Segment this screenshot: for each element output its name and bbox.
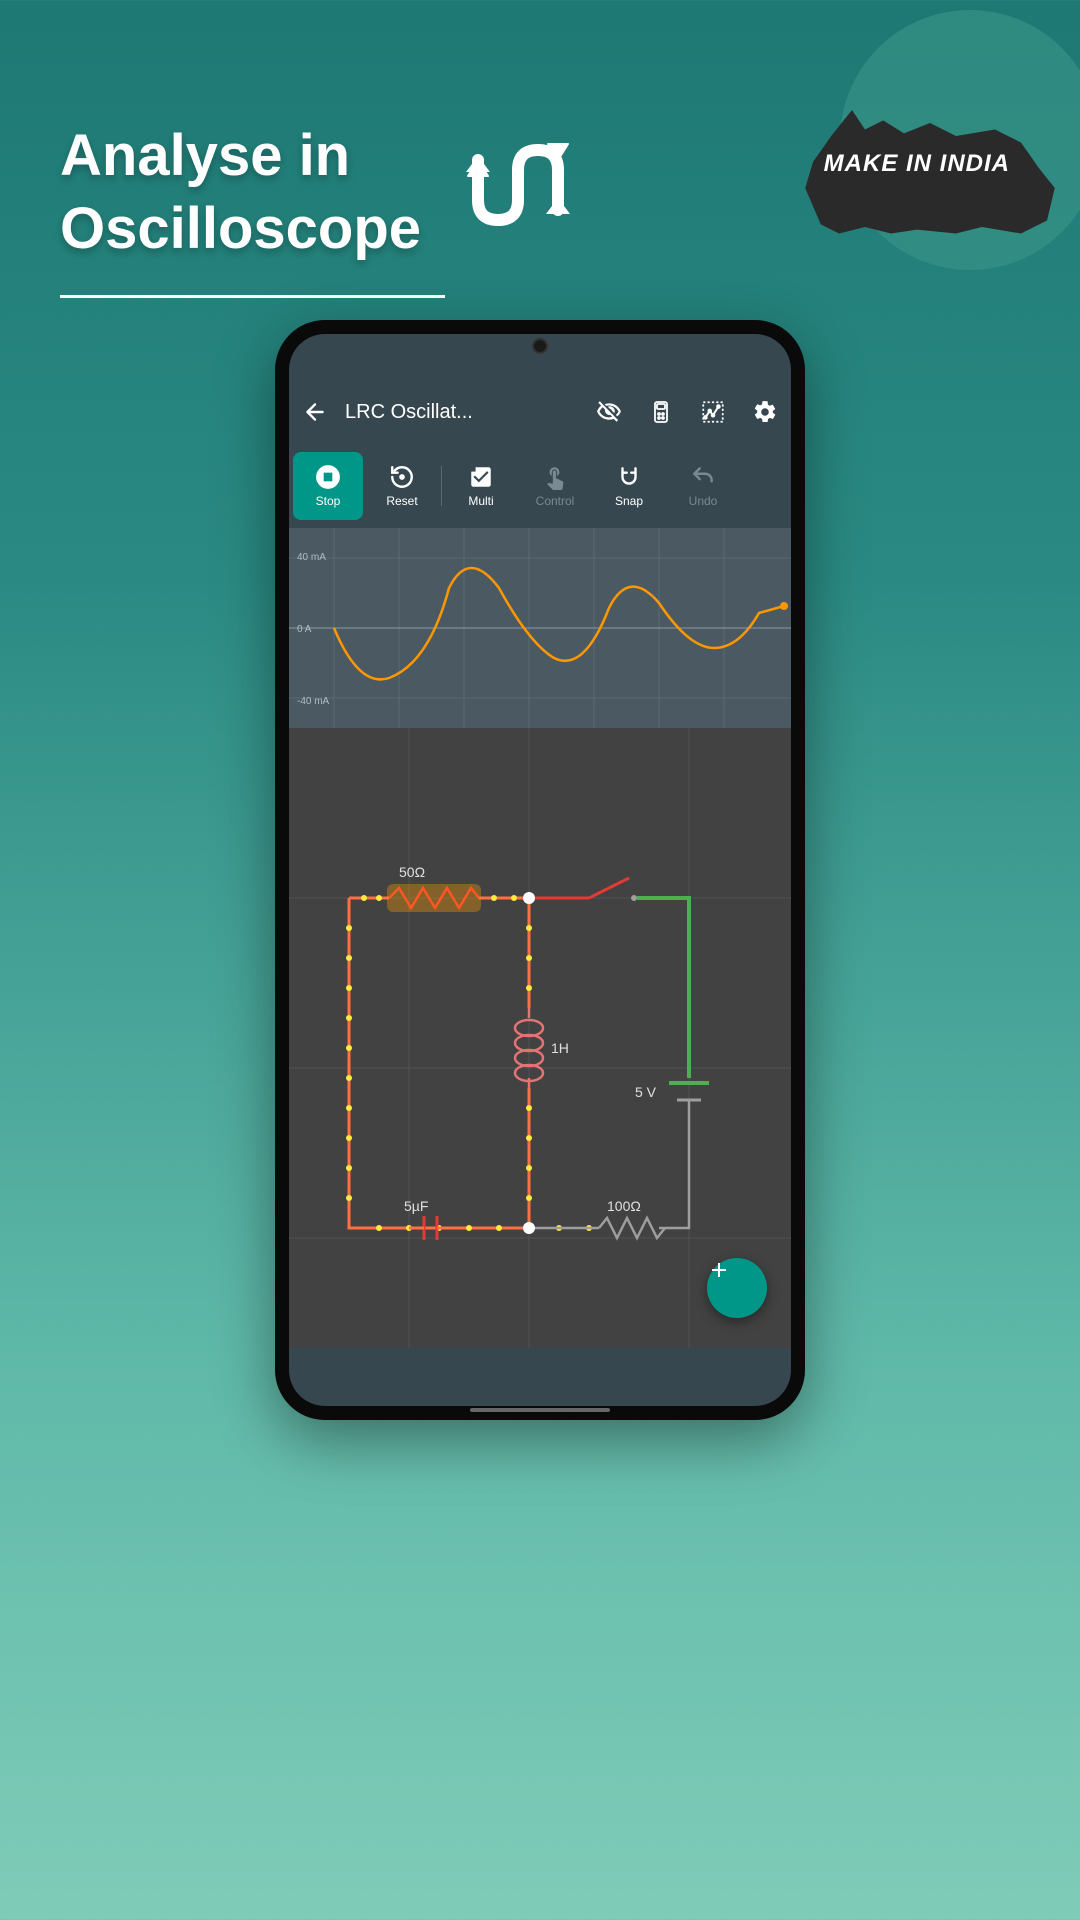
stop-button[interactable]: Stop — [293, 452, 363, 520]
voltage-label: 5 V — [635, 1084, 656, 1100]
plus-icon — [707, 1258, 731, 1282]
toolbar-divider — [441, 466, 442, 506]
multimeter-icon[interactable] — [647, 398, 675, 426]
circuit-canvas[interactable]: 50Ω 1H 5 V 5µF 100Ω — [289, 728, 791, 1348]
scope-y-bot: -40 mA — [297, 696, 329, 707]
app-bar: LRC Oscillat... — [289, 380, 791, 444]
multi-button[interactable]: Multi — [446, 452, 516, 520]
magnet-icon — [616, 464, 642, 490]
undo-icon — [690, 464, 716, 490]
circuit-svg — [289, 728, 791, 1348]
stop-icon — [315, 464, 341, 490]
multi-label: Multi — [468, 494, 493, 508]
inductor-label: 1H — [551, 1040, 569, 1056]
snap-button[interactable]: Snap — [594, 452, 664, 520]
reset-label: Reset — [386, 494, 417, 508]
stop-label: Stop — [316, 494, 341, 508]
phone-mockup: LRC Oscillat... — [275, 320, 805, 1420]
make-in-india-text: MAKE IN INDIA — [824, 150, 1010, 178]
control-button[interactable]: Control — [520, 452, 590, 520]
add-component-fab[interactable] — [707, 1258, 767, 1318]
promo-title-line1: Analyse in — [60, 123, 350, 188]
resistor2-label: 100Ω — [607, 1198, 641, 1214]
toolbar: Stop Reset Multi Control — [289, 444, 791, 528]
promo-underline — [60, 295, 445, 298]
capacitor-label: 5µF — [404, 1198, 428, 1214]
control-label: Control — [536, 494, 575, 508]
app-title: LRC Oscillat... — [345, 401, 579, 424]
resistor1-label: 50Ω — [399, 864, 425, 880]
visibility-off-icon[interactable] — [595, 398, 623, 426]
phone-screen: LRC Oscillat... — [289, 334, 791, 1406]
scope-y-top: 40 mA — [297, 552, 326, 563]
reset-button[interactable]: Reset — [367, 452, 437, 520]
multi-icon — [468, 464, 494, 490]
scope-y-mid: 0 A — [297, 624, 311, 635]
snap-label: Snap — [615, 494, 643, 508]
settings-icon[interactable] — [751, 398, 779, 426]
home-indicator — [470, 1408, 610, 1412]
undo-label: Undo — [689, 494, 718, 508]
reset-icon — [389, 464, 415, 490]
touch-icon — [542, 464, 568, 490]
make-in-india-badge: MAKE IN INDIA — [780, 50, 1080, 250]
back-button[interactable] — [301, 398, 329, 426]
wave-arrows-icon — [460, 140, 590, 240]
app-actions — [595, 398, 779, 426]
scope-chart — [289, 528, 791, 728]
undo-button[interactable]: Undo — [668, 452, 738, 520]
camera-notch — [532, 338, 548, 354]
promo-title-line2: Oscilloscope — [60, 196, 421, 261]
oscilloscope-panel[interactable]: 40 mA 0 A -40 mA — [289, 528, 791, 728]
graph-icon[interactable] — [699, 398, 727, 426]
